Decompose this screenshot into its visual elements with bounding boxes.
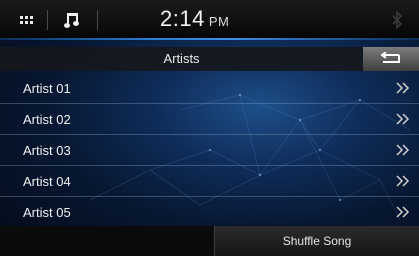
list-item-artist[interactable]: Artist 02 [0, 104, 419, 135]
double-chevron-right-icon [396, 206, 410, 218]
list-item-artist[interactable]: Artist 03 [0, 135, 419, 166]
list-item-label: Artist 01 [23, 81, 71, 96]
double-chevron-right-icon [396, 82, 410, 94]
list-item-artist[interactable]: Artist 01 [0, 73, 419, 104]
media-player-screen: 2:14 PM Artists Artist 01 Artist 02 Arti… [0, 0, 419, 256]
return-arrow-icon [380, 52, 400, 63]
status-divider [97, 10, 98, 30]
double-chevron-right-icon [396, 144, 410, 156]
list-item-label: Artist 03 [23, 143, 71, 158]
apps-button[interactable] [12, 10, 40, 30]
clock-time: 2:14 [160, 6, 205, 31]
page-title: Artists [163, 51, 200, 66]
back-button[interactable] [363, 47, 419, 71]
clock: 2:14 PM [160, 6, 229, 32]
clock-ampm: PM [208, 14, 230, 29]
list-item-label: Artist 04 [23, 174, 71, 189]
music-note-icon [64, 13, 79, 28]
grid-icon [19, 16, 33, 24]
bottom-bar: Shuffle Song [0, 226, 419, 256]
double-chevron-right-icon [396, 175, 410, 187]
bluetooth-icon [392, 11, 403, 29]
shuffle-song-button[interactable]: Shuffle Song [214, 226, 419, 256]
bottom-bar-empty-slot [0, 226, 213, 256]
double-chevron-right-icon [396, 113, 410, 125]
status-bar: 2:14 PM [0, 0, 419, 40]
list-item-artist[interactable]: Artist 04 [0, 166, 419, 197]
list-item-artist[interactable]: Artist 05 [0, 197, 419, 228]
music-source-button[interactable] [58, 9, 86, 31]
artist-list: Artist 01 Artist 02 Artist 03 Artist 04 [0, 73, 419, 228]
list-item-label: Artist 02 [23, 112, 71, 127]
list-item-label: Artist 05 [23, 205, 71, 220]
status-divider [47, 10, 48, 30]
header-bar: Artists [0, 47, 419, 71]
